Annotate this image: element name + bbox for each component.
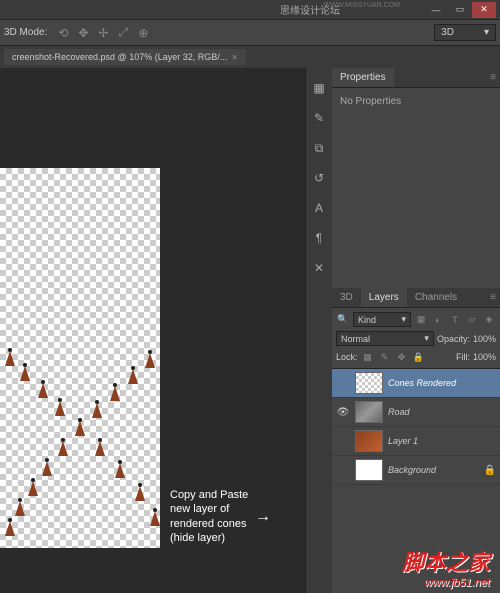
chevron-down-icon: ▾	[484, 27, 489, 38]
para-icon[interactable]: ¶	[311, 230, 327, 246]
close-button[interactable]: ✕	[472, 2, 496, 18]
canvas-area[interactable]: Copy and Paste new layer of rendered con…	[0, 68, 305, 593]
annotation-text: Copy and Paste new layer of rendered con…	[170, 488, 248, 545]
lock-icon: 🔒	[484, 465, 496, 476]
opacity-value[interactable]: 100%	[473, 334, 496, 344]
properties-tab[interactable]: Properties	[332, 68, 394, 87]
workspace-dropdown[interactable]: 3D▾	[434, 24, 496, 41]
maximize-button[interactable]: ▭	[448, 2, 472, 18]
clone-icon[interactable]: ⧉	[311, 140, 327, 156]
lock-pixel-icon[interactable]: ✎	[378, 350, 392, 364]
visibility-toggle[interactable]: 👁	[336, 405, 350, 419]
layer-1[interactable]: Layer 1	[332, 427, 500, 456]
blend-mode-select[interactable]: Normal▾	[336, 331, 434, 346]
filter-adjust-icon[interactable]: ◐	[431, 313, 445, 327]
panel-menu-icon[interactable]: ≡	[486, 288, 500, 307]
tab-channels[interactable]: Channels	[407, 288, 465, 307]
layer-cones-rendered[interactable]: Cones Rendered	[332, 369, 500, 398]
move-icon[interactable]: ✢	[95, 25, 111, 41]
filter-shape-icon[interactable]: ▱	[465, 313, 479, 327]
collapsed-panel-strip: ▦ ✎ ⧉ ↺ A ¶ ✕	[306, 68, 332, 593]
document-tab[interactable]: creenshot-Recovered.psd @ 107% (Layer 32…	[4, 49, 246, 65]
layer-background[interactable]: Background 🔒	[332, 456, 500, 485]
minimize-button[interactable]: —	[424, 2, 448, 18]
history-icon[interactable]: ↺	[311, 170, 327, 186]
char-icon[interactable]: A	[311, 200, 327, 216]
search-icon[interactable]: 🔍	[336, 313, 350, 327]
right-panels: ▦ ✎ ⧉ ↺ A ¶ ✕ Properties ≡ No Properties…	[305, 68, 500, 593]
annotation-arrow: →	[255, 508, 271, 526]
tool-icons: ⟲ ✥ ✢ ⤢ ⊕	[55, 25, 151, 41]
rotate-icon[interactable]: ⊕	[135, 25, 151, 41]
watermark-bottom: 脚本之家 www.jb51.net	[402, 545, 490, 589]
filter-smart-icon[interactable]: ◈	[482, 313, 496, 327]
swatch-icon[interactable]: ▦	[311, 80, 327, 96]
lock-all-icon[interactable]: 🔒	[412, 350, 426, 364]
properties-tabs: Properties ≡	[332, 68, 500, 88]
path-icon[interactable]: ✕	[311, 260, 327, 276]
layer-thumb[interactable]	[355, 459, 383, 481]
orbit-icon[interactable]: ⟲	[55, 25, 71, 41]
window-controls: — ▭ ✕	[424, 2, 496, 18]
lock-trans-icon[interactable]: ▦	[361, 350, 375, 364]
pan-icon[interactable]: ✥	[75, 25, 91, 41]
properties-body: No Properties	[332, 88, 500, 288]
tab-close-icon[interactable]: ✕	[231, 53, 238, 62]
canvas[interactable]	[0, 168, 160, 548]
layer-road[interactable]: 👁 Road	[332, 398, 500, 427]
titlebar: — ▭ ✕	[0, 0, 500, 20]
fill-value[interactable]: 100%	[473, 352, 496, 362]
layers-tabs: 3D Layers Channels ≡	[332, 288, 500, 308]
scale-icon[interactable]: ⤢	[115, 25, 131, 41]
visibility-toggle[interactable]	[336, 463, 350, 477]
layer-thumb[interactable]	[355, 401, 383, 423]
options-bar: 3D Mode: ⟲ ✥ ✢ ⤢ ⊕ 3D▾	[0, 20, 500, 46]
brush-icon[interactable]: ✎	[311, 110, 327, 126]
layers-controls: 🔍 Kind▾ ▦ ◐ T ▱ ◈ Normal▾ Opacity: 100% …	[332, 308, 500, 369]
layer-thumb[interactable]	[355, 430, 383, 452]
lock-pos-icon[interactable]: ✥	[395, 350, 409, 364]
filter-kind-select[interactable]: Kind▾	[353, 312, 411, 327]
document-tabs: creenshot-Recovered.psd @ 107% (Layer 32…	[0, 46, 500, 68]
filter-pixel-icon[interactable]: ▦	[414, 313, 428, 327]
layer-thumb[interactable]	[355, 372, 383, 394]
panel-menu-icon[interactable]: ≡	[486, 68, 500, 87]
tab-layers[interactable]: Layers	[361, 288, 407, 307]
visibility-toggle[interactable]	[336, 434, 350, 448]
tab-3d[interactable]: 3D	[332, 288, 361, 307]
mode-label: 3D Mode:	[4, 27, 47, 38]
filter-type-icon[interactable]: T	[448, 313, 462, 327]
watermark-url: WWW.MISSYUAN.COM	[324, 2, 400, 9]
visibility-toggle[interactable]	[336, 376, 350, 390]
